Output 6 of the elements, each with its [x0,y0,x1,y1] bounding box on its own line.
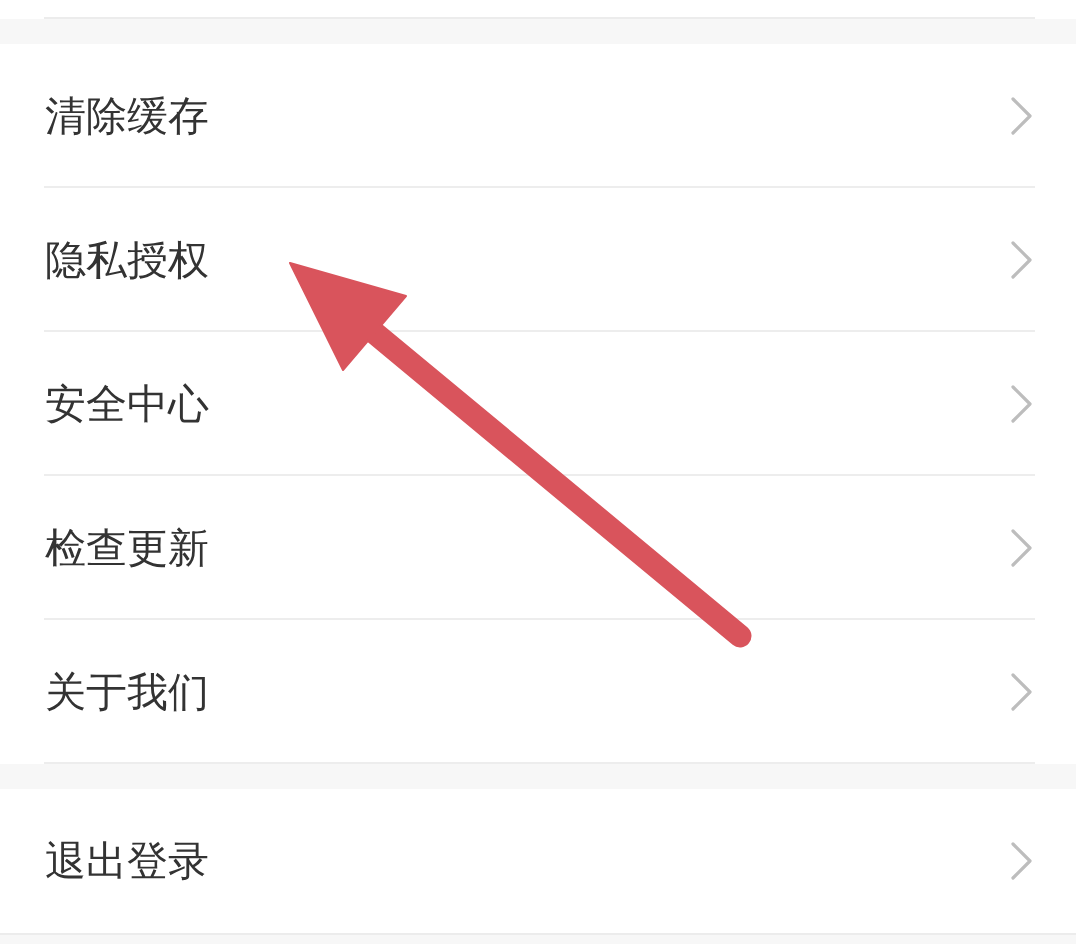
chevron-icon [1011,673,1033,711]
chevron-icon [1011,842,1033,880]
chevron-icon [1011,529,1033,567]
chevron-icon [1011,385,1033,423]
chevron-icon [1011,241,1033,279]
chevron-icon [1011,97,1033,135]
